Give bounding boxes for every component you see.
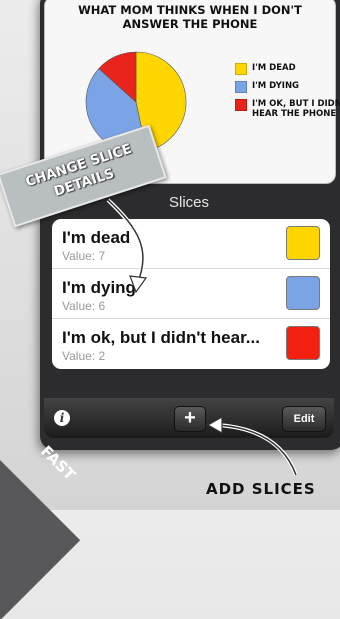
annotation-arrows xyxy=(106,198,298,476)
add-slices-caption: ADD SLICES xyxy=(206,480,316,498)
